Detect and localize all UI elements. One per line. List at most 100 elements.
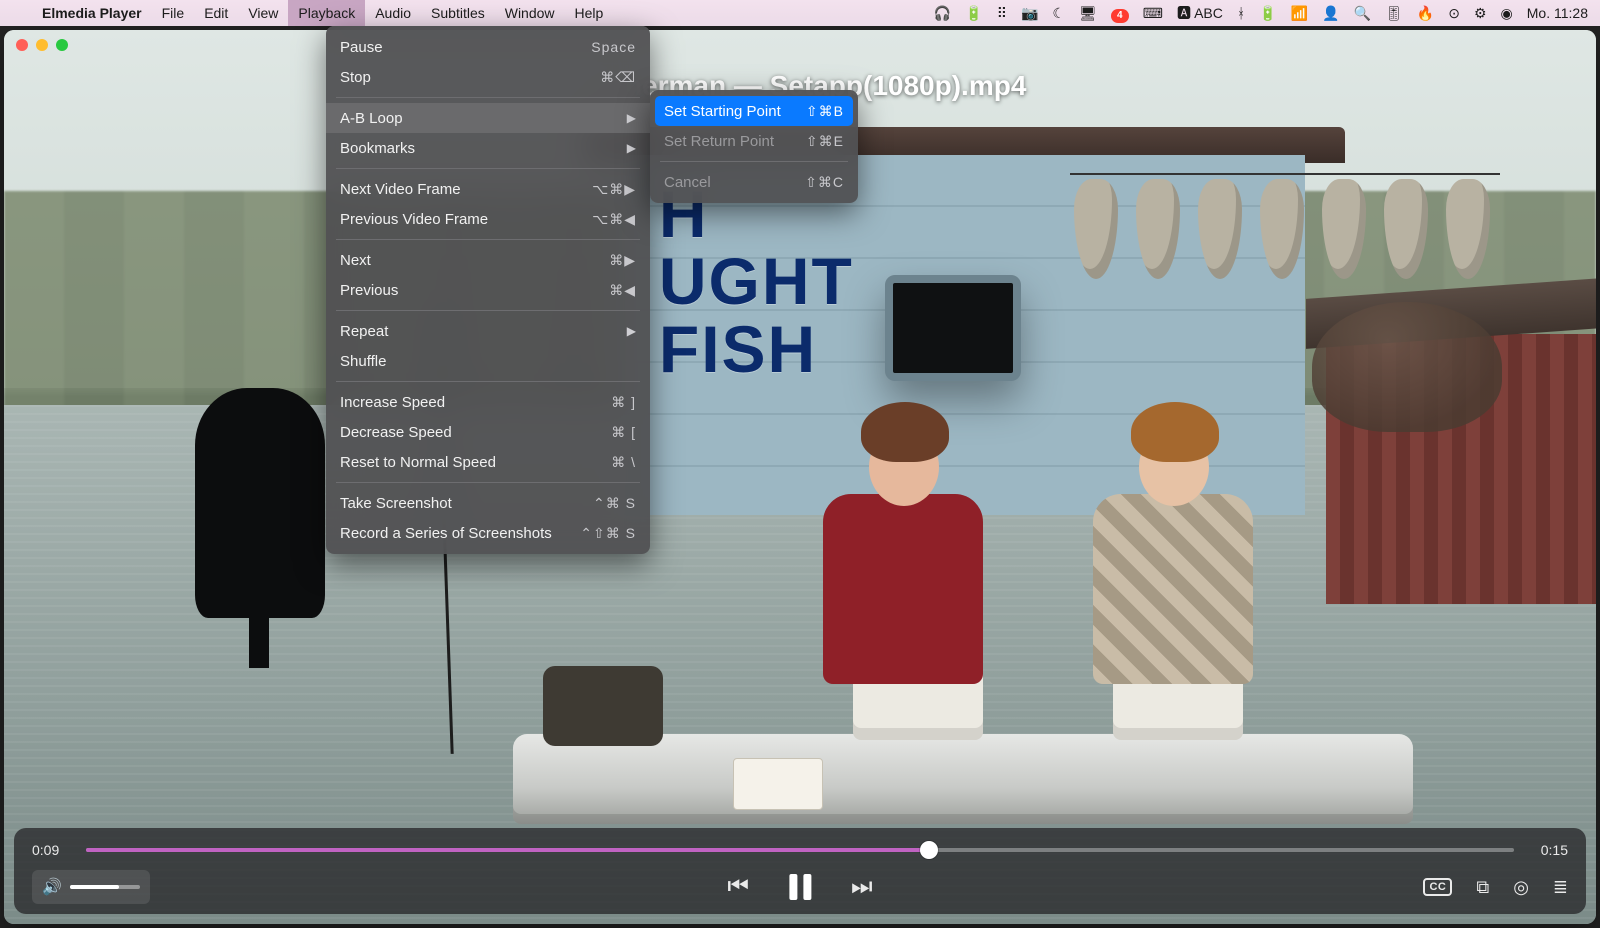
menu-inc-speed[interactable]: Increase Speed ⌘ ] — [326, 387, 650, 417]
status-flame-icon[interactable]: 🔥 — [1417, 0, 1434, 26]
menu-record-shortcut: ⌃⇧⌘ S — [580, 525, 636, 542]
window-minimize-button[interactable] — [36, 39, 48, 51]
menu-stop-shortcut: ⌘⌫ — [600, 69, 636, 86]
menu-set-start-shortcut: ⇧⌘B — [806, 103, 844, 120]
menu-audio[interactable]: Audio — [365, 0, 421, 26]
menu-repeat-label: Repeat — [340, 323, 621, 340]
menu-previous[interactable]: Previous ⌘◀ — [326, 275, 650, 305]
status-notification-badge[interactable]: 4 — [1111, 0, 1129, 26]
menu-file[interactable]: File — [152, 0, 195, 26]
menu-shuffle-label: Shuffle — [340, 353, 636, 370]
menu-previous-shortcut: ⌘◀ — [609, 282, 636, 299]
menu-screenshot-shortcut: ⌃⌘ S — [593, 495, 636, 512]
menu-view[interactable]: View — [238, 0, 288, 26]
seek-progress — [86, 848, 929, 852]
status-sliders-icon[interactable]: 🎚 — [1385, 0, 1403, 26]
menu-abloop-cancel[interactable]: Cancel ⇧⌘C — [650, 167, 858, 197]
volume-bar[interactable] — [70, 885, 140, 889]
airplay-button[interactable]: ◎ — [1513, 877, 1529, 898]
app-menu[interactable]: Elmedia Player — [32, 0, 152, 26]
player-controls: 0:09 0:15 🔊 ⏮ ⏭ — [14, 828, 1586, 914]
menu-bookmarks[interactable]: Bookmarks ▶ — [326, 133, 650, 163]
status-spotlight-icon[interactable]: 🔍 — [1354, 0, 1371, 26]
input-source-label: ABC — [1194, 5, 1223, 21]
menu-set-start-label: Set Starting Point — [664, 103, 806, 120]
next-track-button[interactable]: ⏭ — [851, 873, 873, 901]
window-close-button[interactable] — [16, 39, 28, 51]
window-titlebar[interactable] — [4, 30, 1596, 60]
status-input-source[interactable]: 🅰 ABC — [1177, 0, 1223, 26]
menu-prev-frame[interactable]: Previous Video Frame ⌥⌘◀ — [326, 204, 650, 234]
scene-shed — [1326, 334, 1596, 604]
menu-set-return-point[interactable]: Set Return Point ⇧⌘E — [650, 126, 858, 156]
menu-stop[interactable]: Stop ⌘⌫ — [326, 62, 650, 92]
menu-subtitles[interactable]: Subtitles — [421, 0, 495, 26]
menu-pause-shortcut: Space — [591, 39, 636, 55]
status-moon-icon[interactable]: ☾ — [1052, 0, 1065, 26]
menu-shuffle[interactable]: Shuffle — [326, 346, 650, 376]
time-elapsed: 0:09 — [32, 842, 74, 858]
pip-button[interactable]: ⧉ — [1476, 877, 1489, 898]
volume-icon: 🔊 — [42, 877, 62, 897]
menu-record-screenshots[interactable]: Record a Series of Screenshots ⌃⇧⌘ S — [326, 518, 650, 548]
status-nowplaying-icon[interactable]: ⊙ — [1448, 0, 1460, 26]
menu-pause-label: Pause — [340, 39, 591, 56]
menu-abloop-cancel-label: Cancel — [664, 174, 805, 191]
menu-ab-loop[interactable]: A-B Loop ▶ — [326, 103, 650, 133]
menu-set-start-point[interactable]: Set Starting Point ⇧⌘B — [655, 96, 853, 126]
menu-reset-speed-label: Reset to Normal Speed — [340, 454, 611, 471]
volume-control[interactable]: 🔊 — [32, 870, 150, 904]
status-wifi-icon[interactable]: 📶 — [1291, 0, 1308, 26]
status-battery2-icon[interactable]: 🔋 — [1259, 0, 1276, 26]
subtitles-button[interactable]: CC — [1423, 878, 1452, 896]
menu-next-frame[interactable]: Next Video Frame ⌥⌘▶ — [326, 174, 650, 204]
menu-help[interactable]: Help — [565, 0, 614, 26]
menu-edit[interactable]: Edit — [194, 0, 238, 26]
menu-window[interactable]: Window — [495, 0, 565, 26]
status-keyboard-icon[interactable]: ⌨ — [1143, 0, 1163, 26]
menu-next[interactable]: Next ⌘▶ — [326, 245, 650, 275]
status-user-icon[interactable]: 👤 — [1322, 0, 1339, 26]
menu-previous-label: Previous — [340, 282, 609, 299]
playlist-button[interactable]: ≣ — [1553, 877, 1568, 898]
menu-screenshot[interactable]: Take Screenshot ⌃⌘ S — [326, 488, 650, 518]
status-camera-icon[interactable]: 📷 — [1021, 0, 1038, 26]
notification-count: 4 — [1111, 9, 1129, 23]
ab-loop-submenu: Set Starting Point ⇧⌘B Set Return Point … — [650, 90, 858, 203]
menu-abloop-cancel-shortcut: ⇧⌘C — [805, 174, 844, 191]
prev-track-button[interactable]: ⏮ — [727, 873, 749, 901]
seek-bar[interactable] — [86, 848, 1514, 852]
menubar-clock[interactable]: Mo. 11:28 — [1527, 0, 1588, 26]
scene-person-left — [783, 404, 1013, 684]
menu-set-return-label: Set Return Point — [664, 133, 806, 150]
scene-boat — [513, 634, 1413, 824]
seek-thumb[interactable] — [920, 841, 938, 859]
menu-inc-speed-label: Increase Speed — [340, 394, 611, 411]
menu-separator — [336, 310, 640, 311]
menubar-status-area: 🎧 🔋 ⠿ 📷 ☾ 🖥 4 ⌨ 🅰 ABC ᚼ 🔋 📶 👤 🔍 🎚 🔥 ⊙ ⚙ … — [934, 0, 1600, 26]
menu-set-return-shortcut: ⇧⌘E — [806, 133, 844, 150]
menu-reset-speed[interactable]: Reset to Normal Speed ⌘ \ — [326, 447, 650, 477]
menu-separator — [336, 381, 640, 382]
status-grid-icon[interactable]: ⠿ — [997, 0, 1007, 26]
status-bluetooth-icon[interactable]: ᚼ — [1237, 0, 1245, 26]
chevron-right-icon: ▶ — [627, 111, 636, 125]
scene-sign-text: H UGHT FISH — [659, 181, 854, 383]
status-headset-icon[interactable]: 🎧 — [934, 0, 951, 26]
chevron-right-icon: ▶ — [627, 141, 636, 155]
menu-repeat[interactable]: Repeat ▶ — [326, 316, 650, 346]
status-display-icon[interactable]: 🖥 — [1079, 0, 1097, 26]
menu-pause[interactable]: Pause Space — [326, 32, 650, 62]
status-battery1-icon[interactable]: 🔋 — [965, 0, 982, 26]
menu-dec-speed-shortcut: ⌘ [ — [611, 424, 636, 441]
play-pause-button[interactable] — [789, 874, 811, 900]
status-control-center-icon[interactable]: ⚙ — [1474, 0, 1487, 26]
menu-separator — [660, 161, 848, 162]
menu-dec-speed[interactable]: Decrease Speed ⌘ [ — [326, 417, 650, 447]
menu-separator — [336, 239, 640, 240]
scene-person-right — [1053, 404, 1283, 684]
menu-playback[interactable]: Playback — [288, 0, 365, 26]
window-zoom-button[interactable] — [56, 39, 68, 51]
status-siri-icon[interactable]: ◉ — [1501, 0, 1513, 26]
menu-dec-speed-label: Decrease Speed — [340, 424, 611, 441]
